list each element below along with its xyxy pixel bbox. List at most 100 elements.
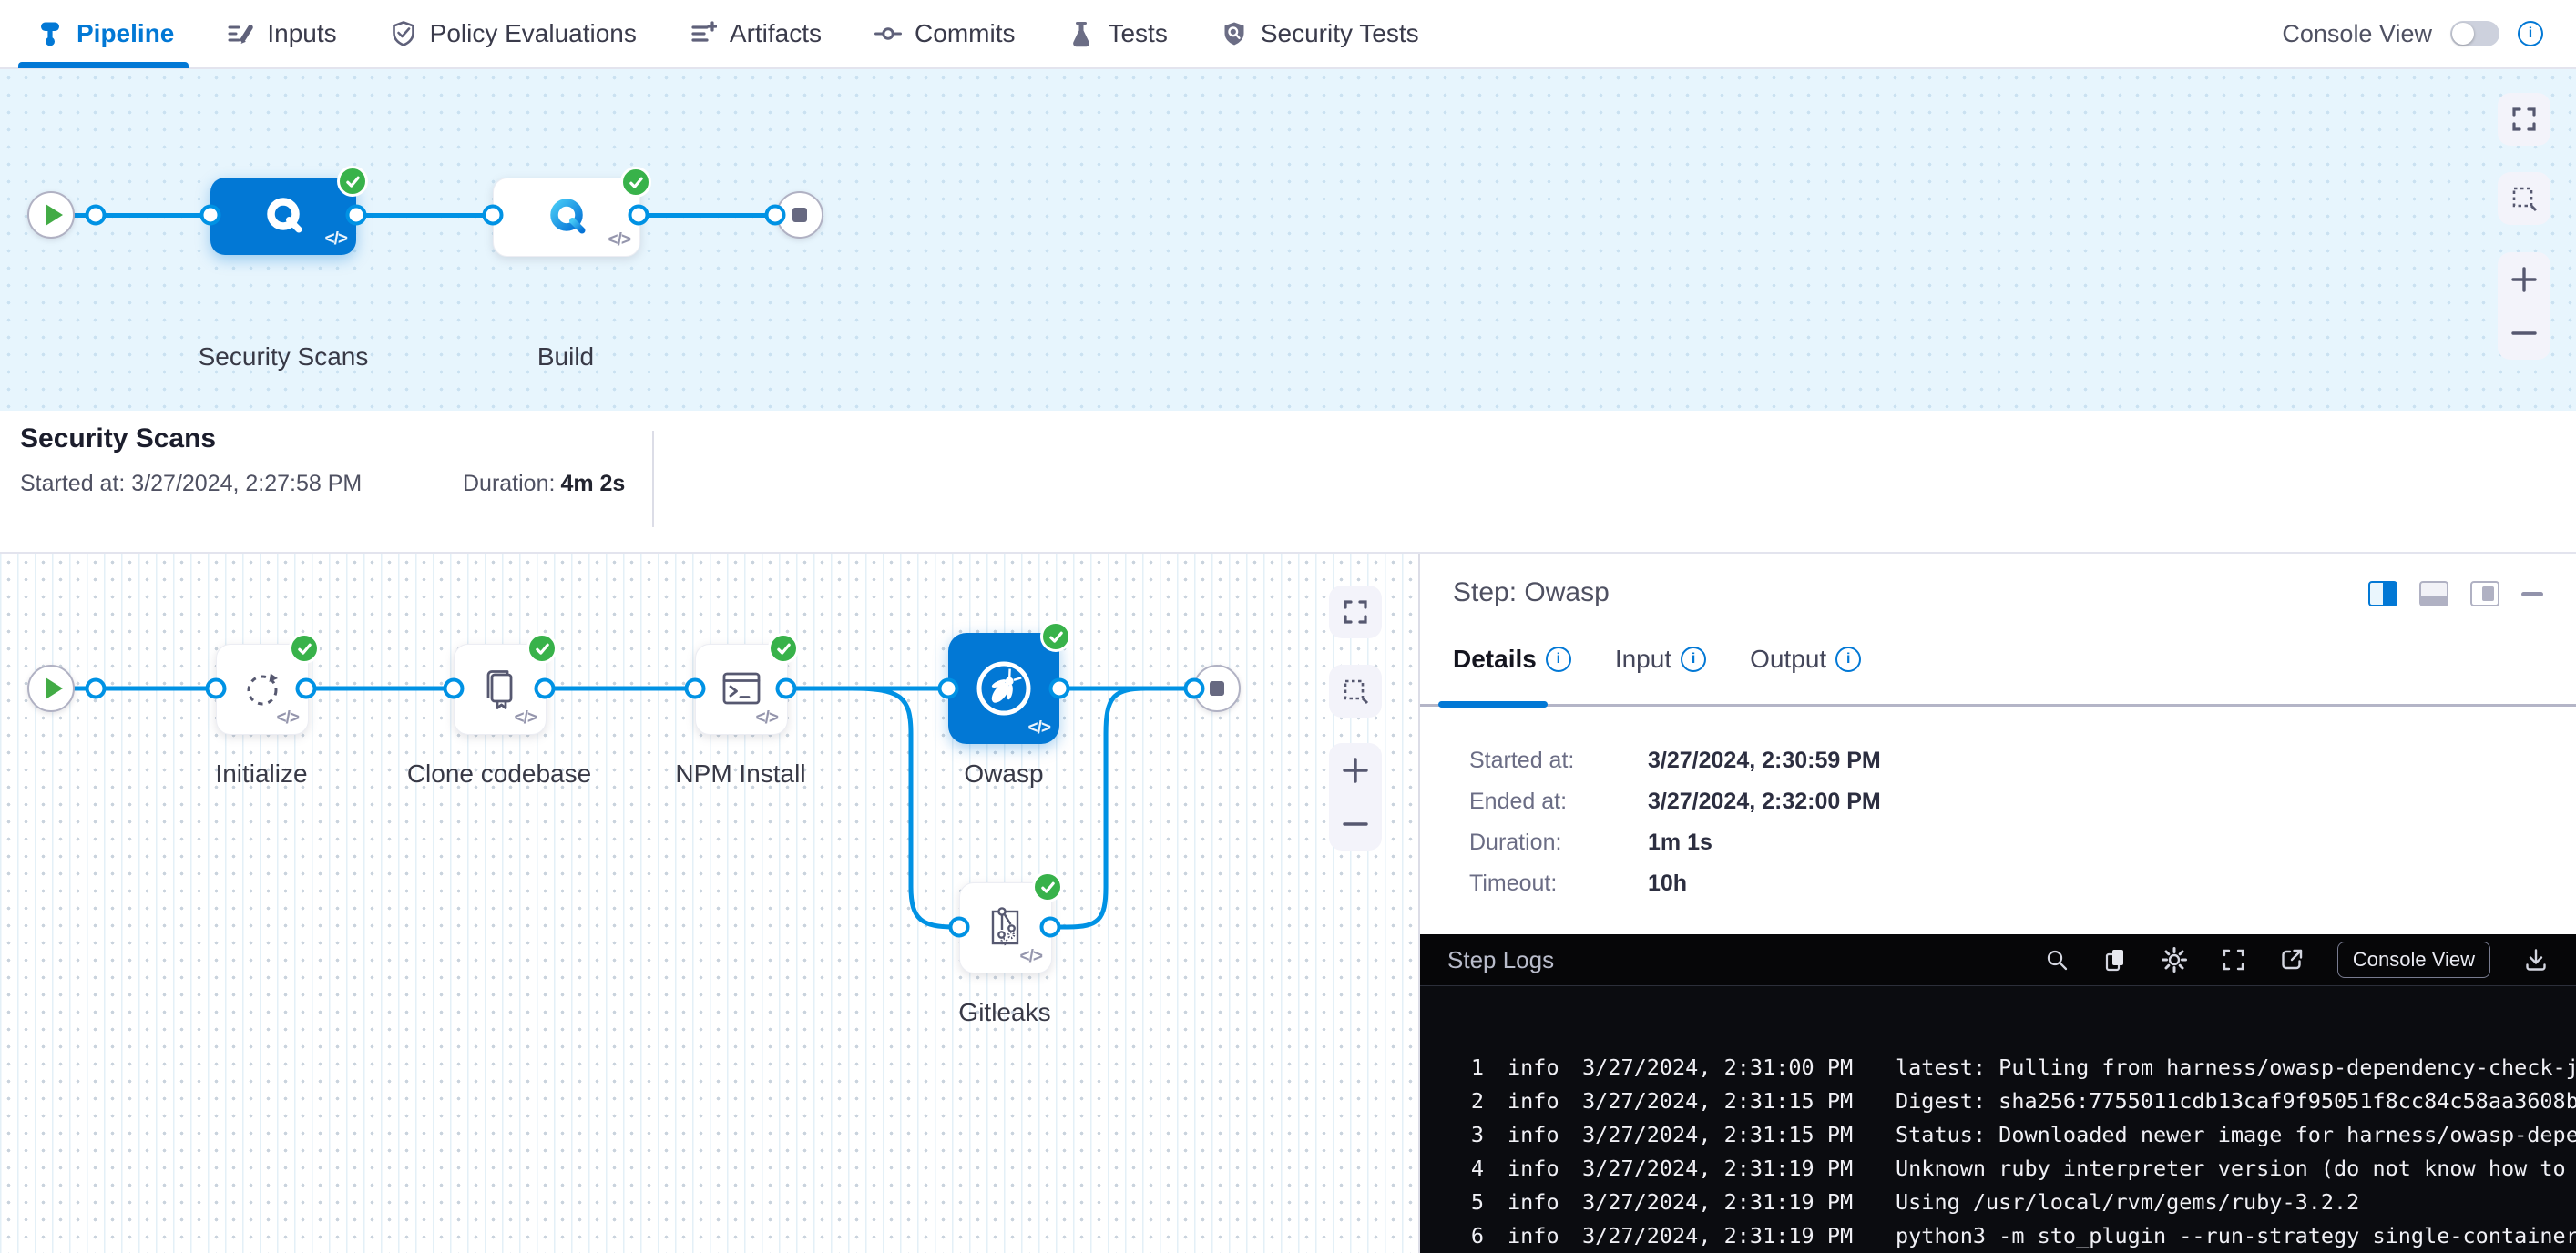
step-node-npm-install[interactable]: </>: [695, 644, 788, 735]
stage-title: Security Scans: [20, 423, 216, 454]
codebase-icon: [476, 666, 524, 713]
port: [86, 205, 107, 226]
zoom-in-button[interactable]: [1342, 757, 1369, 784]
port: [629, 205, 649, 226]
port: [535, 678, 556, 699]
log-line: 6info3/27/2024, 2:31:19 PMpython3 -m sto…: [1420, 1218, 2576, 1252]
layout-bottom-icon[interactable]: [2419, 581, 2448, 606]
log-line: 2info3/27/2024, 2:31:15 PMDigest: sha256…: [1420, 1084, 2576, 1117]
output-info-icon[interactable]: i: [1835, 647, 1861, 672]
port: [949, 917, 970, 938]
tab-label: Commits: [915, 19, 1015, 48]
step-detail-rows: Started at:3/27/2024, 2:30:59 PM Ended a…: [1469, 740, 1881, 904]
edge: [356, 213, 493, 218]
console-view-toggle[interactable]: [2450, 21, 2499, 46]
expand-fullscreen-icon[interactable]: [2221, 947, 2246, 973]
stage-graph-canvas[interactable]: </> Security Scans </> Build: [0, 69, 2576, 411]
step-panel-title: Step: Owasp: [1453, 577, 1610, 608]
tab-commits[interactable]: Commits: [874, 0, 1015, 67]
port: [776, 678, 797, 699]
active-tab-underline: [1438, 701, 1548, 708]
exec-start-node[interactable]: [27, 665, 75, 712]
pipeline-execution-page: Pipeline Inputs Policy Evaluations Art: [0, 0, 2576, 1253]
marquee-select-button[interactable]: [1329, 665, 1382, 718]
port: [685, 678, 706, 699]
tab-pipeline[interactable]: Pipeline: [36, 0, 174, 67]
console-view-info-icon[interactable]: i: [2518, 21, 2543, 46]
pipeline-icon: [36, 20, 64, 47]
search-icon[interactable]: [2044, 947, 2070, 973]
step-details-panel: Step: Owasp Details i Input i Output i: [1420, 554, 2576, 1253]
log-line: 5info3/27/2024, 2:31:19 PMUsing /usr/loc…: [1420, 1185, 2576, 1218]
layout-right-icon[interactable]: [2368, 581, 2397, 606]
tab-output[interactable]: Output i: [1750, 645, 1861, 674]
layout-float-icon[interactable]: [2470, 581, 2499, 606]
play-icon: [46, 204, 63, 226]
step-logs-header: Step Logs: [1420, 934, 2576, 986]
shield-check-icon: [390, 20, 417, 47]
tab-label: Policy Evaluations: [430, 19, 637, 48]
active-tab-underline: [18, 62, 189, 68]
zoom-out-button[interactable]: [1342, 810, 1369, 838]
step-node-clone-codebase[interactable]: </>: [454, 644, 547, 735]
tab-details[interactable]: Details i: [1453, 645, 1571, 674]
flask-icon: [1068, 20, 1095, 47]
settings-gear-icon[interactable]: [2161, 946, 2188, 973]
tab-input[interactable]: Input i: [1615, 645, 1706, 674]
divider: [652, 431, 654, 527]
open-in-new-icon[interactable]: [2279, 947, 2305, 973]
commit-icon: [874, 20, 902, 47]
step-node-gitleaks[interactable]: </>: [959, 882, 1052, 973]
minimize-panel-icon[interactable]: [2521, 592, 2543, 596]
code-template-icon: </>: [1028, 718, 1050, 739]
step-label: Owasp: [964, 759, 1043, 789]
top-nav: Pipeline Inputs Policy Evaluations Art: [0, 0, 2576, 69]
ci-scan-icon: [542, 193, 591, 242]
log-lines: 1info3/27/2024, 2:31:00 PMlatest: Pullin…: [1420, 986, 2576, 1252]
step-logs-section: Step Logs: [1420, 934, 2576, 1253]
step-label: Gitleaks: [958, 998, 1050, 1027]
console-view-button[interactable]: Console View: [2337, 942, 2490, 978]
step-panel-tabs: Details i Input i Output i: [1453, 645, 1861, 674]
tab-label: Artifacts: [730, 19, 822, 48]
duration-value: 4m 2s: [560, 471, 625, 496]
code-template-icon: </>: [756, 708, 778, 728]
port: [1049, 678, 1070, 699]
input-info-icon[interactable]: i: [1681, 647, 1706, 672]
terminal-icon: [718, 666, 765, 713]
copy-icon[interactable]: [2102, 947, 2128, 973]
log-line: 1info3/27/2024, 2:31:00 PMlatest: Pullin…: [1420, 1050, 2576, 1084]
console-view-label: Console View: [2282, 20, 2432, 48]
fullscreen-button[interactable]: [2498, 93, 2550, 146]
stage-start-node[interactable]: [27, 191, 75, 239]
tab-label: Tests: [1108, 19, 1167, 48]
fullscreen-button[interactable]: [1329, 586, 1382, 638]
stop-icon: [792, 208, 807, 222]
marquee-select-button[interactable]: [2498, 172, 2550, 225]
port: [1184, 678, 1205, 699]
tab-inputs[interactable]: Inputs: [227, 0, 336, 67]
execution-graph-canvas[interactable]: </> Initialize </> Clone codebase </> NP…: [0, 554, 1420, 1253]
stage-node-security-scans[interactable]: </>: [210, 178, 356, 255]
tab-security-tests[interactable]: Security Tests: [1221, 0, 1419, 67]
step-label: NPM Install: [675, 759, 805, 789]
toggle-knob: [2452, 23, 2474, 45]
code-template-icon: </>: [277, 708, 299, 728]
download-icon[interactable]: [2523, 947, 2549, 973]
port: [938, 678, 959, 699]
stage-node-build[interactable]: </>: [493, 178, 640, 257]
zoom-out-button[interactable]: [2510, 320, 2538, 347]
edge: [639, 213, 779, 218]
tab-tests[interactable]: Tests: [1068, 0, 1167, 67]
code-template-icon: </>: [608, 230, 630, 250]
detail-row: Started at:3/27/2024, 2:30:59 PM: [1469, 740, 1881, 781]
port: [296, 678, 317, 699]
stage-label: Security Scans: [199, 342, 369, 372]
zoom-in-button[interactable]: [2510, 266, 2538, 293]
tab-policy-evaluations[interactable]: Policy Evaluations: [390, 0, 637, 67]
tabs-divider: [1420, 704, 2576, 707]
tab-artifacts[interactable]: Artifacts: [690, 0, 822, 67]
success-badge-icon: [1032, 871, 1063, 902]
step-node-owasp[interactable]: </>: [948, 633, 1059, 744]
details-info-icon[interactable]: i: [1546, 647, 1571, 672]
